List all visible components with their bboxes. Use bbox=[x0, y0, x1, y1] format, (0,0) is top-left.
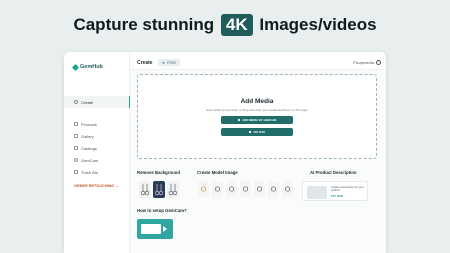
sidebar-item-trash[interactable]: Trash Bin bbox=[64, 166, 130, 178]
topbar: Create ★ FREE Picupmedia bbox=[130, 52, 386, 70]
user-icon[interactable] bbox=[376, 59, 381, 65]
gemcam-button-label: ADD MEDIA BY GEMCAM bbox=[242, 118, 277, 122]
sidebar-item-label: Trash Bin bbox=[81, 169, 98, 175]
logo[interactable]: GemHub bbox=[71, 63, 103, 71]
headline-badge: 4K bbox=[220, 14, 253, 36]
video-preview bbox=[141, 224, 161, 234]
model-sample-7[interactable] bbox=[282, 181, 293, 197]
sidebar-item-label: Catalogs bbox=[81, 145, 97, 151]
remove-bg-sample-result[interactable] bbox=[167, 181, 179, 198]
sidebar-item-label: Create bbox=[81, 99, 94, 105]
model-sample-2[interactable] bbox=[212, 181, 223, 197]
page-title: Create bbox=[137, 60, 153, 66]
upload-subtitle: Add media by GemCam or drag and drop you… bbox=[206, 108, 308, 112]
model-sample-5[interactable] bbox=[254, 181, 265, 197]
upload-dropzone[interactable]: Add Media Add media by GemCam or drag an… bbox=[137, 74, 377, 159]
gemcam-icon bbox=[74, 158, 78, 162]
earring-icon bbox=[140, 184, 150, 196]
ai-card-text: Create a description for your product bbox=[331, 186, 364, 193]
jewelry-icon bbox=[242, 186, 249, 192]
sidebar-item-label: Products bbox=[81, 121, 97, 127]
model-sample-3[interactable] bbox=[226, 181, 237, 197]
products-icon bbox=[74, 122, 78, 126]
upload-button-label: UPLOAD bbox=[253, 130, 266, 134]
try-now-link[interactable]: TRY NOW bbox=[331, 195, 343, 198]
sidebar: GemHub Create Products Gallery Catalogs bbox=[64, 52, 130, 253]
sidebar-item-gallery[interactable]: Gallery bbox=[64, 130, 130, 142]
sidebar-item-catalogs[interactable]: Catalogs bbox=[64, 142, 130, 154]
camera-icon bbox=[237, 119, 241, 121]
jewelry-icon bbox=[214, 186, 221, 192]
jewelry-icon bbox=[228, 186, 235, 192]
upload-title: Add Media bbox=[240, 98, 274, 105]
setup-title: How to setup GemCam? bbox=[137, 208, 187, 213]
trash-icon bbox=[74, 170, 78, 174]
play-icon bbox=[163, 226, 167, 232]
ai-description-title: AI Product Description bbox=[310, 170, 357, 175]
model-sample-6[interactable] bbox=[268, 181, 279, 197]
sidebar-item-label: Gallery bbox=[81, 133, 94, 139]
model-sample-4[interactable] bbox=[240, 181, 251, 197]
create-model-title: Create Model Image bbox=[197, 170, 238, 175]
upload-button[interactable]: UPLOAD bbox=[221, 128, 293, 136]
free-badge: ★ FREE bbox=[158, 59, 181, 66]
remove-background-title: Remove Background bbox=[137, 170, 180, 175]
star-icon: ★ bbox=[162, 60, 166, 65]
ai-description-card[interactable]: Create a description for your product TR… bbox=[302, 181, 368, 201]
headline: Capture stunning 4K Images/videos bbox=[0, 14, 450, 36]
sidebar-item-label: GemCam bbox=[81, 157, 99, 163]
upload-icon bbox=[248, 131, 252, 133]
gem-logo-icon bbox=[71, 63, 80, 71]
catalogs-icon bbox=[74, 146, 78, 150]
sidebar-nav-primary: Create bbox=[64, 96, 130, 108]
remove-bg-sample-earrings[interactable] bbox=[139, 181, 151, 198]
create-icon bbox=[74, 100, 78, 104]
order-retouching-button[interactable]: ORDER RETOUCHING → bbox=[74, 184, 119, 188]
remove-bg-sample-dark[interactable] bbox=[153, 181, 165, 198]
sidebar-item-products[interactable]: Products bbox=[64, 118, 130, 130]
add-media-gemcam-button[interactable]: ADD MEDIA BY GEMCAM bbox=[221, 116, 293, 124]
sidebar-nav-secondary: Products Gallery Catalogs GemCam Trash B… bbox=[64, 118, 130, 178]
gallery-icon bbox=[74, 134, 78, 138]
headline-text-start: Capture stunning bbox=[73, 15, 215, 34]
free-badge-label: FREE bbox=[167, 60, 177, 65]
app-window: GemHub Create Products Gallery Catalogs bbox=[64, 52, 386, 253]
model-sample-1[interactable] bbox=[198, 181, 209, 197]
jewelry-icon bbox=[256, 186, 263, 192]
sidebar-item-create[interactable]: Create bbox=[64, 96, 130, 108]
earring-icon bbox=[168, 184, 178, 196]
jewelry-icon bbox=[200, 186, 207, 192]
headline-text-end: Images/videos bbox=[259, 15, 377, 34]
product-thumbnail bbox=[307, 186, 327, 199]
jewelry-icon bbox=[270, 186, 277, 192]
sidebar-item-gemcam[interactable]: GemCam bbox=[64, 154, 130, 166]
setup-video-thumbnail[interactable] bbox=[137, 219, 173, 239]
logo-text: GemHub bbox=[80, 64, 103, 70]
main-content: Create ★ FREE Picupmedia Add Media Add m… bbox=[130, 52, 386, 253]
jewelry-icon bbox=[284, 186, 291, 192]
earring-icon bbox=[154, 184, 164, 196]
user-name[interactable]: Picupmedia bbox=[353, 60, 374, 65]
